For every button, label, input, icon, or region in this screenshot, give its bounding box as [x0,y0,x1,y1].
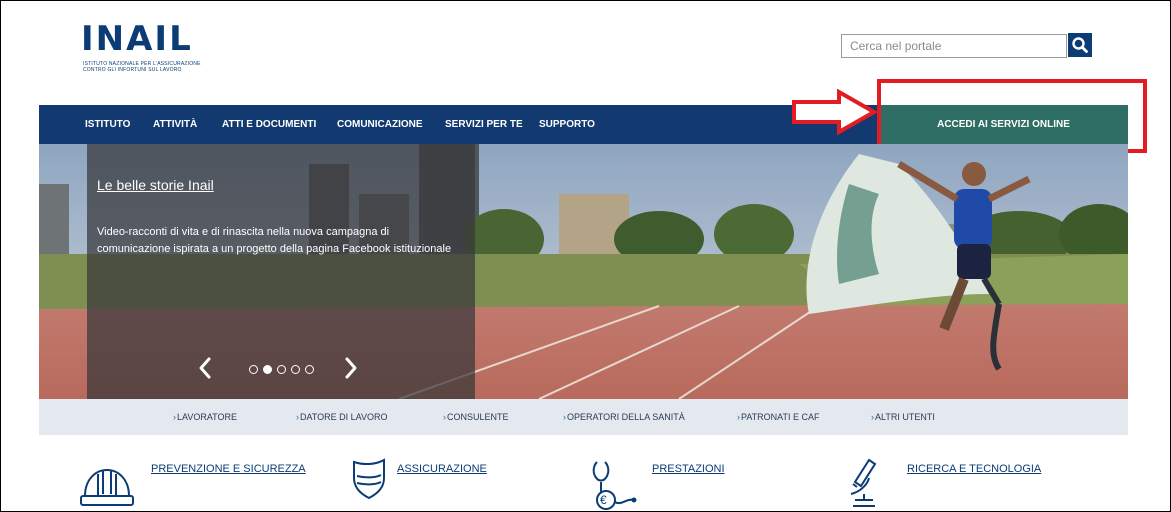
shield-icon [353,458,385,500]
chevron-right-icon: › [871,412,874,422]
right-arrow-annotation-icon [792,89,877,135]
hard-hat-icon [80,468,134,506]
logo-subtitle-line2: CONTRO GLI INFORTUNI SUL LAVORO [83,67,182,73]
search-box [841,34,1067,58]
hero-title-link[interactable]: Le belle storie Inail [97,177,214,193]
search-input[interactable] [842,35,1066,57]
audience-bar: ›LAVORATORE ›DATORE DI LAVORO ›CONSULENT… [39,399,1128,435]
nav-item-atti-e-documenti[interactable]: ATTI E DOCUMENTI [222,105,316,144]
category-assicurazione[interactable]: ASSICURAZIONE [397,463,487,475]
hero-carousel: Le belle storie Inail Video-racconti di … [39,144,1128,399]
nav-item-istituto[interactable]: ISTITUTO [85,105,130,144]
svg-text:€: € [600,493,607,507]
nav-item-supporto[interactable]: SUPPORTO [539,105,595,144]
search-icon [1072,37,1088,53]
chevron-right-icon: › [296,412,299,422]
chevron-right-icon [345,357,357,379]
carousel-dot[interactable] [277,365,286,374]
nav-item-attivita[interactable]: ATTIVITÀ [153,105,197,144]
microscope-icon [850,458,877,507]
inail-logo[interactable]: INAIL ISTITUTO NAZIONALE PER L'ASSICURAZ… [81,21,241,76]
audience-link-datore-di-lavoro[interactable]: ›DATORE DI LAVORO [296,399,388,435]
audience-label: DATORE DI LAVORO [300,412,388,422]
chevron-right-icon: › [443,412,446,422]
nav-item-servizi-per-te[interactable]: SERVIZI PER TE [445,105,523,144]
audience-label: PATRONATI E CAF [741,412,820,422]
search-button[interactable] [1068,33,1092,57]
category-prestazioni[interactable]: PRESTAZIONI [652,463,725,475]
audience-link-operatori-sanita[interactable]: ›OPERATORI DELLA SANITÀ [563,399,685,435]
highlight-box [877,79,1147,153]
carousel-dot[interactable] [263,365,272,374]
audience-label: OPERATORI DELLA SANITÀ [567,412,685,422]
carousel-indicators [249,362,325,376]
carousel-prev-button[interactable] [194,354,216,382]
audience-link-lavoratore[interactable]: ›LAVORATORE [173,399,237,435]
carousel-dot[interactable] [291,365,300,374]
chevron-left-icon [199,357,211,379]
logo-wordmark: INAIL [81,19,193,59]
nav-item-comunicazione[interactable]: COMUNICAZIONE [337,105,423,144]
audience-link-patronati-caf[interactable]: ›PATRONATI E CAF [737,399,820,435]
chevron-right-icon: › [563,412,566,422]
chevron-right-icon: › [737,412,740,422]
audience-link-altri-utenti[interactable]: ›ALTRI UTENTI [871,399,935,435]
hero-description: Video-racconti di vita e di rinascita ne… [97,226,452,255]
browser-viewport: INAIL ISTITUTO NAZIONALE PER L'ASSICURAZ… [0,0,1171,512]
audience-link-consulente[interactable]: ›CONSULENTE [443,399,509,435]
chevron-right-icon: › [173,412,176,422]
audience-label: LAVORATORE [177,412,238,422]
stethoscope-euro-icon: € [592,461,637,510]
carousel-dot[interactable] [249,365,258,374]
hero-caption-panel: Le belle storie Inail Video-racconti di … [87,144,475,399]
carousel-dot[interactable] [305,365,314,374]
audience-label: CONSULENTE [447,412,509,422]
category-prevenzione-sicurezza[interactable]: PREVENZIONE E SICUREZZA [151,463,306,475]
audience-label: ALTRI UTENTI [875,412,935,422]
carousel-next-button[interactable] [340,354,362,382]
category-ricerca-tecnologia[interactable]: RICERCA E TECNOLOGIA [907,463,1041,475]
